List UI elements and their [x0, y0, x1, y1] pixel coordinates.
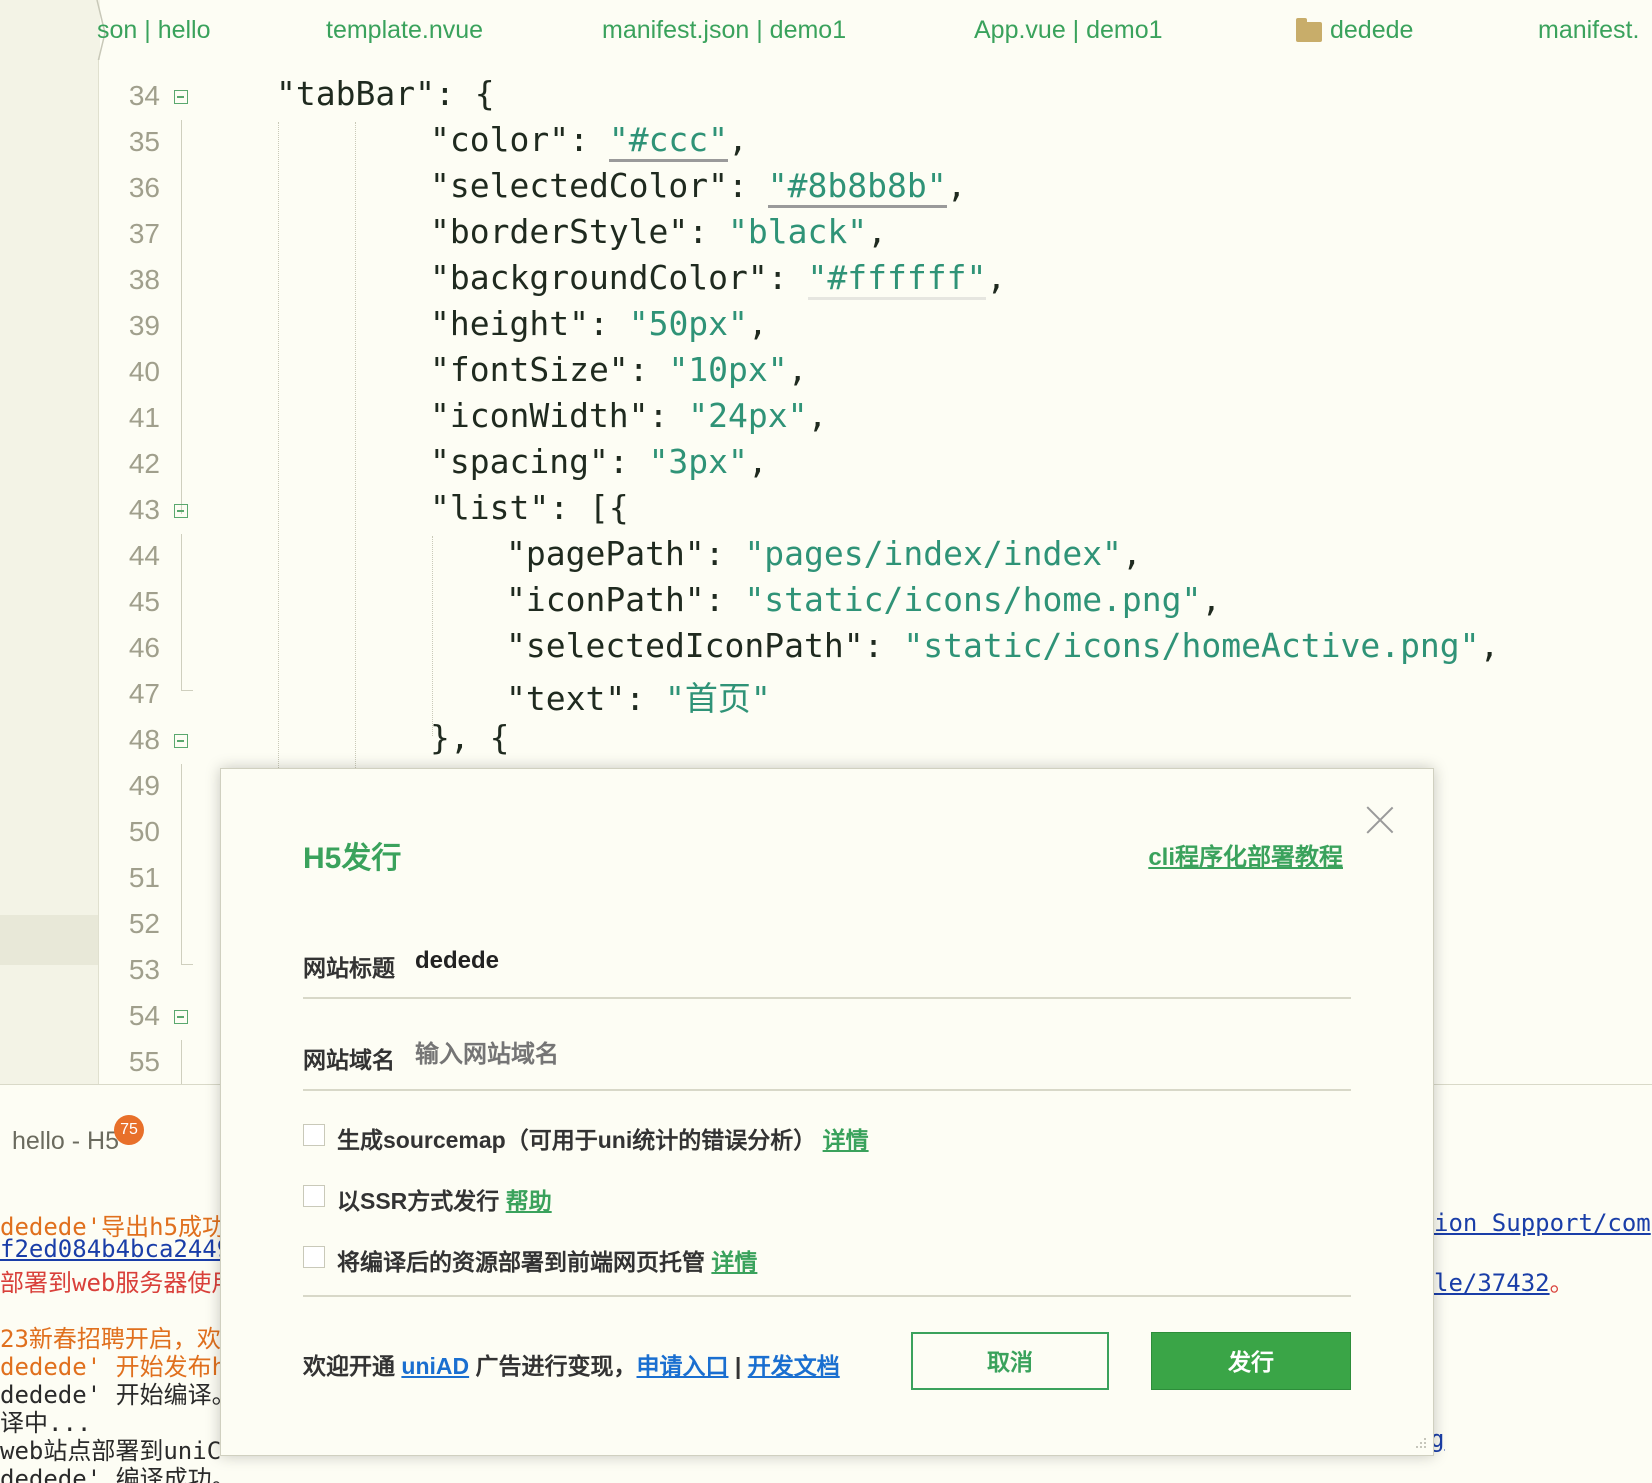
fold-end-marker: [181, 690, 193, 691]
fold-end-marker: [181, 964, 193, 965]
fold-collapse-icon[interactable]: [174, 504, 188, 518]
line-number: 42: [128, 448, 160, 479]
tab-app-vue-demo1[interactable]: App.vue | demo1: [974, 16, 1163, 45]
code-line-48: }, {: [430, 718, 510, 757]
site-domain-label: 网站域名: [303, 1047, 395, 1073]
code-line-40: "fontSize": "10px",: [430, 350, 808, 389]
ssr-option-label: 以SSR方式发行 帮助: [337, 1188, 552, 1214]
code-line-44: "pagePath": "pages/index/index",: [506, 534, 1142, 573]
cancel-button[interactable]: 取消: [911, 1332, 1109, 1390]
code-line-37: "borderStyle": "black",: [430, 212, 887, 251]
line-number: 50: [128, 816, 160, 847]
hosting-option-label: 将编译后的资源部署到前端网页托管 详情: [337, 1249, 758, 1275]
field-divider: [303, 997, 1351, 999]
tab-bar-left-strip: [0, 0, 100, 60]
console-badge-count: 75: [114, 1115, 144, 1145]
fold-collapse-icon[interactable]: [174, 734, 188, 748]
h5-publish-dialog: H5发行 cli程序化部署教程 网站标题 网站域名 生成sourcemap（可用…: [220, 768, 1434, 1456]
tab-manifest-partial[interactable]: manifest.: [1538, 16, 1639, 45]
line-number: 39: [128, 310, 160, 341]
line-number: 53: [128, 954, 160, 985]
folder-icon: [1296, 18, 1322, 42]
fold-range-line: [181, 534, 182, 690]
line-number: 44: [128, 540, 160, 571]
hosting-details-link[interactable]: 详情: [711, 1249, 757, 1275]
close-icon[interactable]: [1365, 805, 1395, 835]
dev-docs-link[interactable]: 开发文档: [748, 1353, 840, 1379]
code-line-46: "selectedIconPath": "static/icons/homeAc…: [506, 626, 1500, 665]
tab-son-hello[interactable]: son | hello: [97, 16, 211, 45]
line-number: 37: [128, 218, 160, 249]
tab-dedede[interactable]: dedede: [1330, 16, 1413, 45]
code-line-42: "spacing": "3px",: [430, 442, 768, 481]
line-number: 40: [128, 356, 160, 387]
console-link[interactable]: le/37432: [1434, 1269, 1550, 1297]
console-line: dedede' 编译成功。: [0, 1465, 236, 1483]
line-number: 55: [128, 1046, 160, 1077]
tab-manifest-demo1[interactable]: manifest.json | demo1: [602, 16, 846, 45]
uniad-promo-text: 欢迎开通 uniAD 广告进行变现，申请入口 | 开发文档: [303, 1353, 840, 1379]
indent-guide: [432, 536, 433, 736]
section-divider: [303, 1295, 1351, 1297]
console-line: le/37432。: [1434, 1269, 1574, 1297]
current-line-marker: [0, 915, 98, 965]
code-line-35: "color": "#ccc",: [430, 120, 748, 162]
sourcemap-checkbox[interactable]: [303, 1124, 325, 1146]
code-line-36: "selectedColor": "#8b8b8b",: [430, 166, 966, 208]
code-line-45: "iconPath": "static/icons/home.png",: [506, 580, 1222, 619]
code-line-43: "list": [{: [430, 488, 629, 527]
site-title-label: 网站标题: [303, 955, 395, 981]
line-number: 52: [128, 908, 160, 939]
console-link[interactable]: f2ed084b4bca2449: [0, 1235, 231, 1263]
sourcemap-option-label: 生成sourcemap（可用于uni统计的错误分析） 详情: [337, 1127, 869, 1153]
cli-deploy-tutorial-link[interactable]: cli程序化部署教程: [1148, 837, 1343, 872]
apply-entry-link[interactable]: 申请入口: [637, 1353, 729, 1379]
fold-range-line: [181, 120, 182, 514]
field-divider: [303, 1089, 1351, 1091]
line-number: 49: [128, 770, 160, 801]
code-line-34: "tabBar": {: [276, 74, 495, 113]
line-number: 41: [128, 402, 160, 433]
console-line: 部署到web服务器使用: [0, 1269, 236, 1297]
line-number: 36: [128, 172, 160, 203]
fold-range-line: [181, 764, 182, 964]
code-line-38: "backgroundColor": "#ffffff",: [430, 258, 1006, 300]
fold-range-line: [181, 1040, 182, 1084]
uniad-link[interactable]: uniAD: [401, 1353, 469, 1379]
tab-template-nvue[interactable]: template.nvue: [326, 16, 483, 45]
ssr-help-link[interactable]: 帮助: [506, 1188, 552, 1214]
fold-collapse-icon[interactable]: [174, 1010, 188, 1024]
line-number: 51: [128, 862, 160, 893]
site-title-input[interactable]: [415, 947, 1315, 975]
line-number: 35: [128, 126, 160, 157]
publish-button[interactable]: 发行: [1151, 1332, 1351, 1390]
dialog-title: H5发行: [303, 842, 402, 875]
line-number: 48: [128, 724, 160, 755]
ssr-checkbox[interactable]: [303, 1185, 325, 1207]
code-line-41: "iconWidth": "24px",: [430, 396, 828, 435]
console-link[interactable]: ion Support/com: [1434, 1209, 1651, 1237]
code-line-47: "text": "首页": [506, 679, 771, 718]
site-domain-input[interactable]: [415, 1041, 1315, 1069]
line-number: 46: [128, 632, 160, 663]
line-number: 34: [128, 80, 160, 111]
code-line-39: "height": "50px",: [430, 304, 768, 343]
console-tab-hello-h5[interactable]: hello - H5: [12, 1127, 119, 1156]
line-number: 45: [128, 586, 160, 617]
editor-tab-bar: son | hello template.nvue manifest.json …: [0, 0, 1652, 66]
resize-grip-icon[interactable]: [1413, 1435, 1427, 1449]
line-number: 43: [128, 494, 160, 525]
fold-collapse-icon[interactable]: [174, 90, 188, 104]
line-number: 54: [128, 1000, 160, 1031]
line-number: 47: [128, 678, 160, 709]
hosting-checkbox[interactable]: [303, 1246, 325, 1268]
line-number: 38: [128, 264, 160, 295]
sourcemap-details-link[interactable]: 详情: [823, 1127, 869, 1153]
